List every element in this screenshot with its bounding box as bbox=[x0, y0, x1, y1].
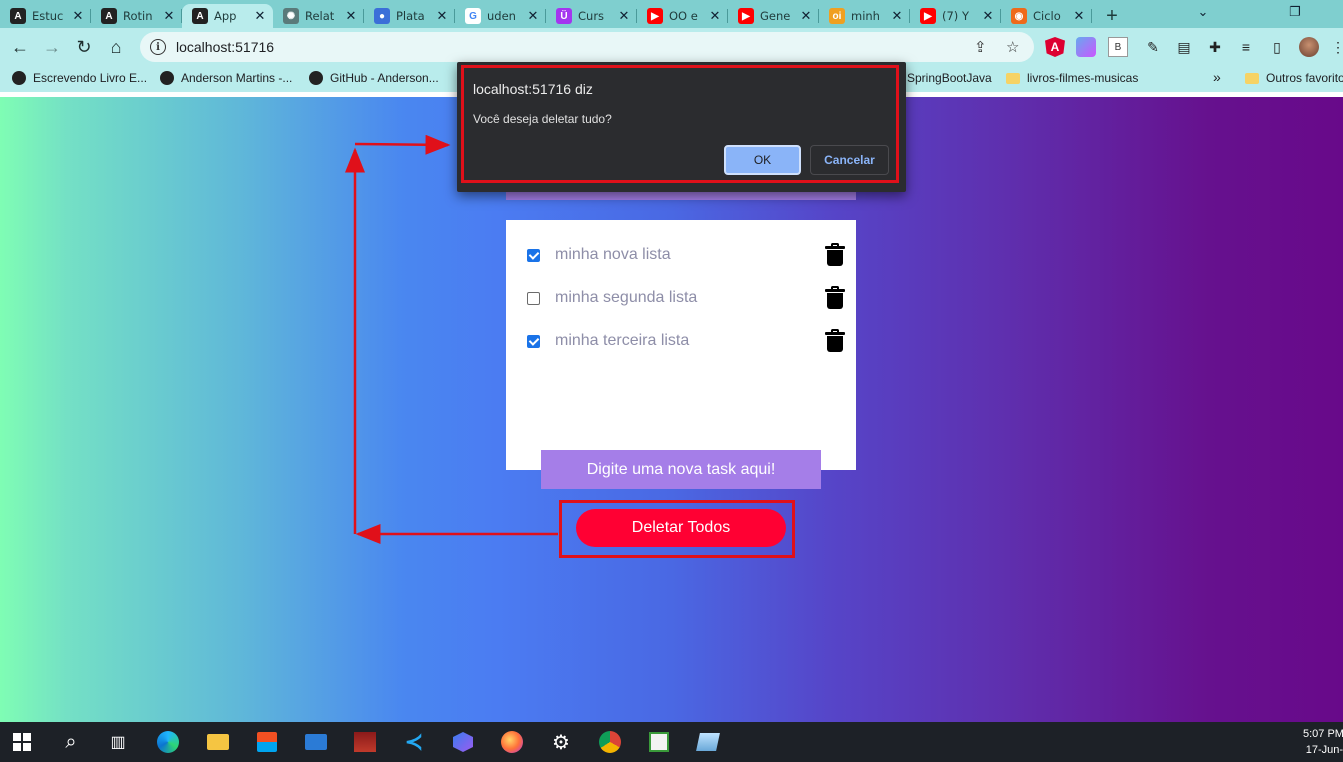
annotation-highlight-box bbox=[461, 65, 899, 183]
file-explorer-icon[interactable] bbox=[206, 730, 230, 754]
vscode-icon[interactable]: ≺ bbox=[402, 729, 426, 754]
bing-icon[interactable] bbox=[451, 730, 475, 754]
search-icon[interactable]: ⌕ bbox=[59, 730, 83, 754]
microsoft-store-icon[interactable] bbox=[255, 730, 279, 754]
clock-time: 5:07 PM bbox=[1303, 728, 1343, 740]
chrome-icon[interactable] bbox=[598, 730, 622, 754]
clock-date: 17-Jun- bbox=[1305, 744, 1343, 756]
windows-taskbar: ⌕ ▥ ≺ ⚙ 5:07 PM 17-Jun- bbox=[0, 722, 1343, 762]
task-view-icon[interactable]: ▥ bbox=[106, 730, 130, 754]
winrar-icon[interactable] bbox=[353, 730, 377, 754]
windows-start-icon[interactable] bbox=[10, 730, 34, 754]
notes-app-icon[interactable] bbox=[696, 730, 720, 754]
system-clock[interactable]: 5:07 PM 17-Jun- bbox=[1303, 726, 1343, 758]
annotation-arrow bbox=[354, 134, 451, 155]
settings-gear-icon[interactable]: ⚙ bbox=[549, 730, 573, 754]
mail-icon[interactable] bbox=[304, 730, 328, 754]
edge-icon[interactable] bbox=[156, 730, 180, 754]
firefox-icon[interactable] bbox=[500, 730, 524, 754]
chart-app-icon[interactable] bbox=[647, 730, 671, 754]
